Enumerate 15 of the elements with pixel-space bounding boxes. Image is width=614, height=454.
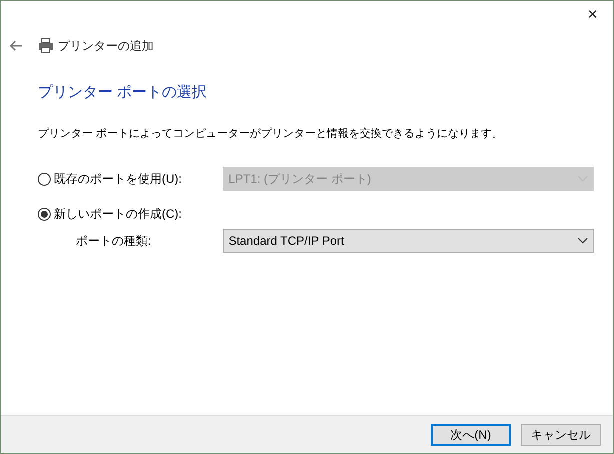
window-title: プリンターの追加 (58, 38, 154, 55)
cancel-button[interactable]: キャンセル (521, 424, 601, 446)
close-button[interactable]: ✕ (573, 1, 613, 29)
back-arrow-icon[interactable] (9, 40, 23, 52)
field-label: ポートの種類: (75, 233, 152, 250)
radio-option[interactable]: 既存のポートを使用(U): (38, 170, 223, 188)
next-button[interactable]: 次へ(N) (431, 424, 511, 446)
chevron-down-icon (578, 238, 588, 244)
radio-button[interactable] (38, 172, 51, 186)
page-heading: プリンター ポートの選択 (38, 84, 208, 101)
radio-button[interactable] (38, 208, 51, 220)
radio-option[interactable]: 新しいポートの作成(C): (38, 205, 223, 223)
dropdown[interactable]: Standard TCP/IP Port (222, 229, 594, 253)
description-text: プリンター ポートによってコンピューターがプリンターと情報を交換できるようになります。 (38, 128, 504, 140)
printer-icon (38, 38, 54, 54)
